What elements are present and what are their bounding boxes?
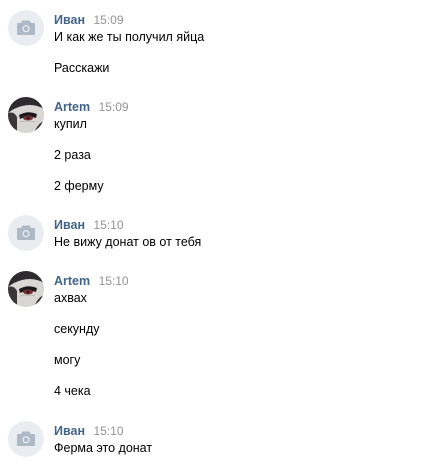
avatar[interactable] [8,215,44,251]
avatar[interactable] [8,97,44,133]
message-time[interactable]: 15:09 [99,100,129,114]
message-time[interactable]: 15:10 [93,424,123,438]
anime-avatar-image [8,271,44,307]
message-text: Ферма это донат [54,441,153,455]
author-name[interactable]: Иван [54,13,85,27]
message-time[interactable]: 15:10 [99,274,129,288]
anime-avatar-image [8,97,44,133]
camera-icon [17,225,35,240]
message-time[interactable]: 15:10 [93,218,123,232]
message-text: могу [54,353,81,367]
avatar[interactable] [8,10,44,46]
message-text: 2 ферму [54,179,104,193]
author-name[interactable]: Иван [54,218,85,232]
message-text: 4 чека [54,384,91,398]
message-text: Не вижу донат ов от тебя [54,235,202,249]
message-history: Иван 15:09 И как же ты получил яйца Расс… [0,0,421,470]
message-text: купил [54,117,87,131]
message-header: Иван 15:09 [54,11,124,27]
message-header: Иван 15:10 [54,216,124,232]
message-text: ахвах [54,291,87,305]
camera-icon [17,431,35,446]
camera-icon [17,20,35,35]
avatar[interactable] [8,421,44,457]
author-name[interactable]: Artem [54,274,90,288]
message-text: Расскажи [54,61,110,75]
message-header: Иван 15:10 [54,422,124,438]
author-name[interactable]: Иван [54,424,85,438]
message-text: секунду [54,322,100,336]
message-text: И как же ты получил яйца [54,30,205,44]
message-header: Artem 15:10 [54,272,129,288]
message-text: 2 раза [54,148,91,162]
message-time[interactable]: 15:09 [93,13,123,27]
message-header: Artem 15:09 [54,98,129,114]
author-name[interactable]: Artem [54,100,90,114]
avatar[interactable] [8,271,44,307]
